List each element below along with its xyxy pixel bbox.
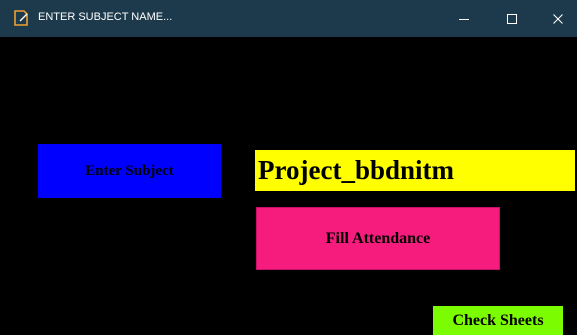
app-icon <box>14 10 28 26</box>
maximize-button[interactable] <box>489 0 535 37</box>
maximize-icon <box>507 13 517 24</box>
main-panel: Enter Subject Fill Attendance Check Shee… <box>0 37 577 335</box>
enter-subject-button[interactable]: Enter Subject <box>38 144 221 198</box>
close-button[interactable] <box>535 0 577 37</box>
minimize-icon <box>459 18 469 20</box>
close-icon <box>553 13 563 24</box>
title-bar[interactable]: ENTER SUBJECT NAME... <box>0 0 577 37</box>
fill-attendance-button[interactable]: Fill Attendance <box>256 207 500 270</box>
check-sheets-button[interactable]: Check Sheets <box>433 306 563 335</box>
subject-input[interactable] <box>255 150 575 191</box>
minimize-button[interactable] <box>441 0 487 37</box>
window-title: ENTER SUBJECT NAME... <box>38 11 173 23</box>
app-window: ENTER SUBJECT NAME... Enter Subject Fill… <box>0 0 577 335</box>
